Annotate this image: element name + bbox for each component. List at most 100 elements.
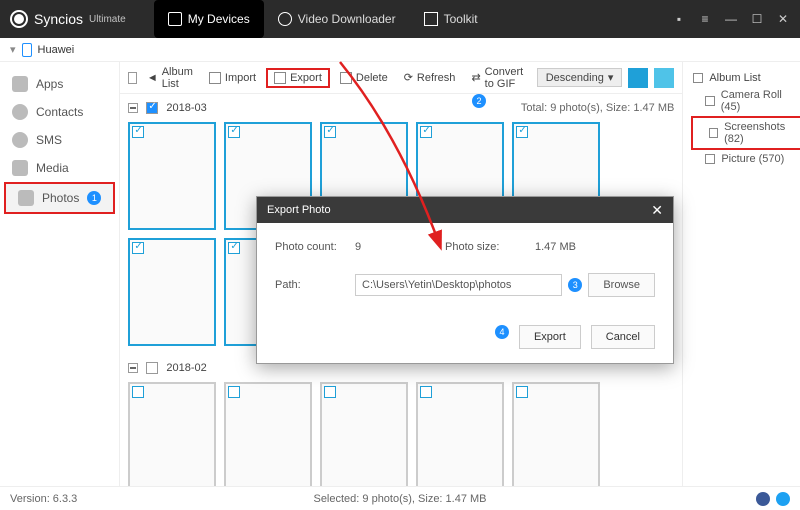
thumb-checkbox[interactable] (228, 386, 240, 398)
photo-thumb[interactable] (320, 382, 408, 486)
album-list-header[interactable]: Album List (689, 70, 800, 86)
size-value: 1.47 MB (535, 241, 576, 253)
picture-icon (705, 154, 715, 164)
sidebar-label: Media (36, 161, 69, 175)
collapse-icon[interactable] (128, 363, 138, 373)
photo-thumb[interactable] (416, 382, 504, 486)
twitter-icon[interactable] (776, 492, 790, 506)
social-icons (756, 492, 790, 506)
thumb-checkbox[interactable] (516, 126, 528, 138)
step-1-badge: 1 (87, 191, 101, 205)
thumb-checkbox[interactable] (324, 126, 336, 138)
btn-label: Import (225, 72, 256, 84)
sidebar-item-sms[interactable]: SMS (0, 126, 119, 154)
dialog-export-button[interactable]: Export (519, 325, 581, 349)
version-text: Version: 6.3.3 (10, 493, 77, 505)
device-name[interactable]: Huawei (38, 44, 75, 56)
feedback-icon[interactable]: ▪ (672, 12, 686, 26)
path-input[interactable]: C:\Users\Yetin\Desktop\photos (355, 274, 562, 296)
photo-thumb[interactable] (128, 122, 216, 230)
section-checkbox[interactable] (146, 362, 158, 374)
selection-text: Selected: 9 photo(s), Size: 1.47 MB (313, 493, 486, 505)
minimize-icon[interactable]: — (724, 12, 738, 26)
section-header[interactable]: 2018-03 Total: 9 photo(s), Size: 1.47 MB (128, 98, 674, 118)
path-value: C:\Users\Yetin\Desktop\photos (362, 279, 511, 291)
chevron-down-icon[interactable]: ▾ (10, 43, 16, 56)
facebook-icon[interactable] (756, 492, 770, 506)
dialog-cancel-button[interactable]: Cancel (591, 325, 655, 349)
view-mode-2[interactable] (654, 68, 674, 88)
menu-icon[interactable]: ≡ (698, 12, 712, 26)
photo-thumb[interactable] (128, 238, 216, 346)
album-camera-roll[interactable]: Camera Roll (45) (689, 86, 800, 116)
btn-label: Export (534, 331, 566, 343)
tab-toolkit[interactable]: Toolkit (410, 0, 492, 38)
thumb-checkbox[interactable] (132, 386, 144, 398)
camera-icon (705, 96, 714, 106)
section-name: 2018-03 (166, 102, 206, 114)
trash-icon (340, 72, 352, 84)
btn-label: Export (290, 72, 322, 84)
thumb-checkbox[interactable] (228, 126, 240, 138)
step-4-badge: 4 (495, 325, 509, 339)
album-picture[interactable]: Picture (570) (689, 150, 800, 168)
thumb-checkbox[interactable] (228, 242, 240, 254)
album-list-button[interactable]: ◄ Album List (141, 64, 199, 92)
photo-thumb[interactable] (128, 382, 216, 486)
btn-label: Refresh (417, 72, 456, 84)
convert-gif-button[interactable]: ⇄Convert to GIF (465, 64, 532, 92)
maximize-icon[interactable]: ☐ (750, 12, 764, 26)
section-info: Total: 9 photo(s), Size: 1.47 MB (521, 102, 674, 114)
album-screenshots[interactable]: Screenshots (82) (691, 116, 800, 150)
photo-thumb[interactable] (224, 382, 312, 486)
import-button[interactable]: Import (203, 70, 262, 86)
count-value: 9 (355, 241, 445, 253)
sidebar-item-photos[interactable]: Photos 1 (4, 182, 115, 214)
thumb-checkbox[interactable] (132, 126, 144, 138)
select-all-checkbox[interactable] (128, 72, 136, 84)
sidebar-label: Apps (36, 77, 63, 91)
thumb-checkbox[interactable] (324, 386, 336, 398)
tab-label: Toolkit (444, 12, 478, 26)
thumb-checkbox[interactable] (132, 242, 144, 254)
photos-icon (18, 190, 34, 206)
size-label: Photo size: (445, 241, 535, 253)
status-bar: Version: 6.3.3 Selected: 9 photo(s), Siz… (0, 486, 800, 510)
tab-video-downloader[interactable]: Video Downloader (264, 0, 410, 38)
dialog-close-icon[interactable]: ✕ (651, 202, 663, 219)
thumb-checkbox[interactable] (516, 386, 528, 398)
delete-button[interactable]: Delete (334, 70, 394, 86)
browse-button[interactable]: Browse (588, 273, 655, 297)
close-icon[interactable]: ✕ (776, 12, 790, 26)
thumb-checkbox[interactable] (420, 386, 432, 398)
photo-thumb[interactable] (512, 382, 600, 486)
thumb-checkbox[interactable] (420, 126, 432, 138)
media-icon (12, 160, 28, 176)
refresh-button[interactable]: ⟳Refresh (398, 69, 462, 86)
btn-label: Album List (162, 66, 193, 90)
export-icon (274, 72, 286, 84)
sort-dropdown[interactable]: Descending▾ (537, 68, 623, 87)
back-icon: ◄ (147, 72, 158, 84)
section-checkbox[interactable] (146, 102, 158, 114)
collapse-icon[interactable] (128, 103, 138, 113)
sidebar-item-media[interactable]: Media (0, 154, 119, 182)
sidebar-item-contacts[interactable]: Contacts (0, 98, 119, 126)
sort-label: Descending (546, 72, 604, 84)
view-mode-1[interactable] (628, 68, 648, 88)
album-label: Picture (570) (721, 153, 784, 165)
btn-label: Cancel (606, 331, 640, 343)
export-button[interactable]: Export (266, 68, 330, 88)
btn-label: Convert to GIF (485, 66, 527, 90)
album-label: Screenshots (82) (724, 121, 794, 145)
phone-icon (168, 12, 182, 26)
album-label: Camera Roll (45) (721, 89, 799, 113)
grid-icon (424, 12, 438, 26)
device-bar: ▾ Huawei (0, 38, 800, 62)
album-list-label: Album List (709, 72, 760, 84)
section-2018-02: 2018-02 (120, 354, 682, 486)
sidebar-item-apps[interactable]: Apps (0, 70, 119, 98)
apps-icon (12, 76, 28, 92)
screenshot-icon (709, 128, 718, 138)
tab-my-devices[interactable]: My Devices (154, 0, 264, 38)
